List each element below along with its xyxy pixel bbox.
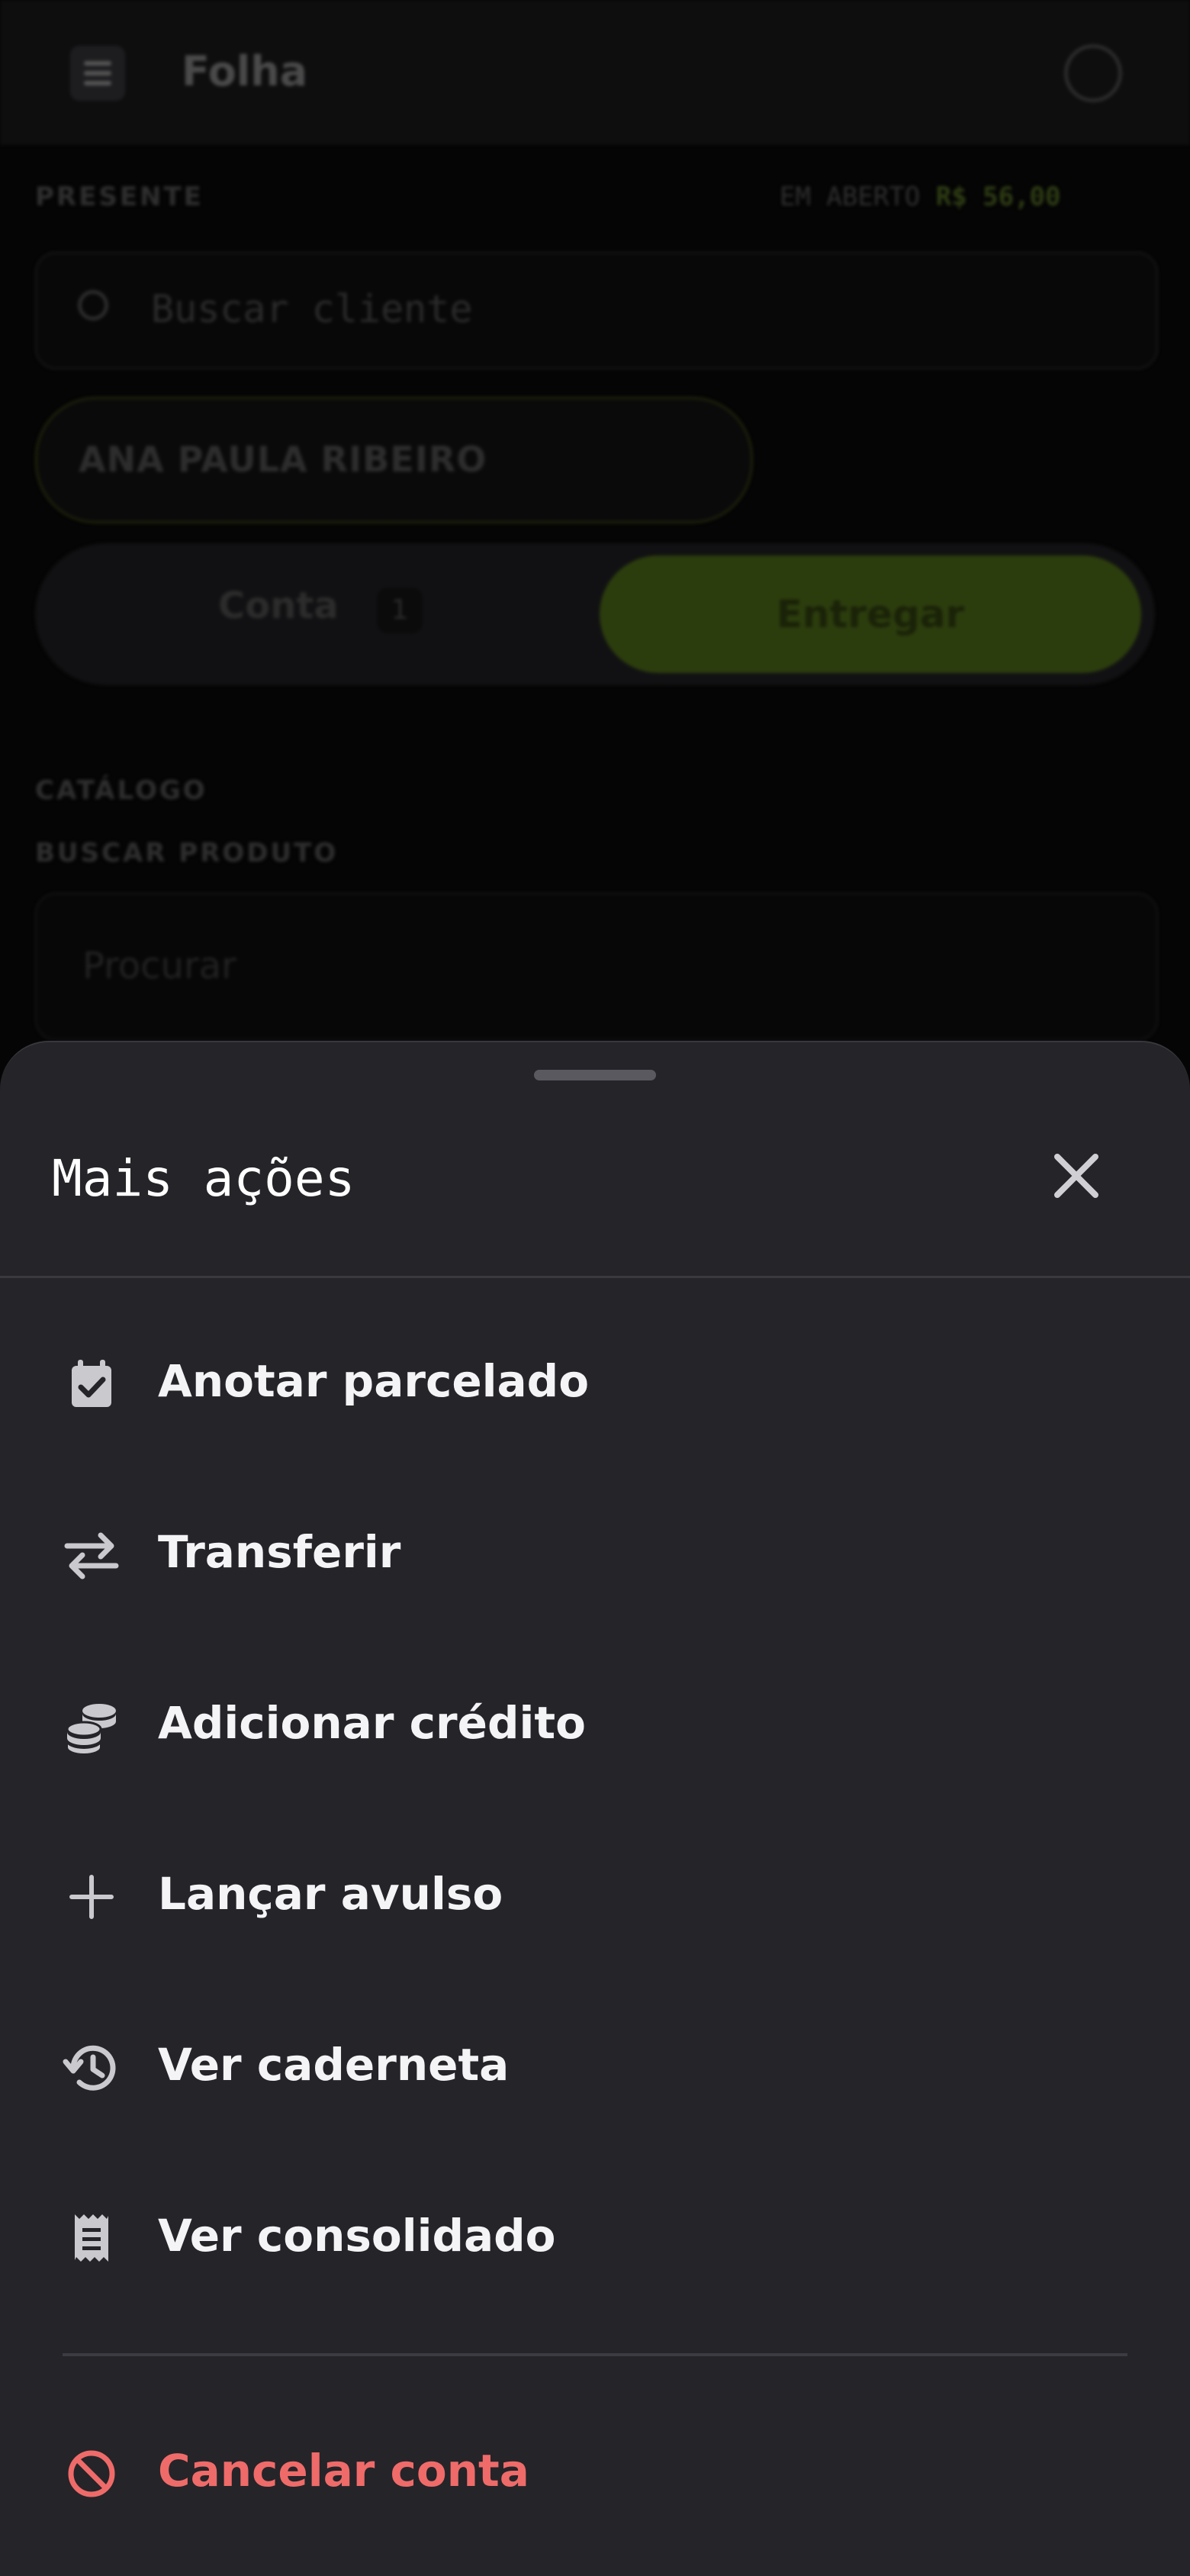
mode-segmented-control: Conta 1 Entregar xyxy=(35,543,1155,685)
catalog-sublabel: BUSCAR PRODUTO xyxy=(35,838,339,868)
action-ver-caderneta[interactable]: Ver caderneta xyxy=(0,1982,1190,2153)
client-search-input[interactable]: Buscar cliente xyxy=(35,252,1158,369)
search-icon xyxy=(78,290,108,320)
tab-entregar-label: Entregar xyxy=(776,592,965,636)
sheet-drag-handle[interactable] xyxy=(534,1070,656,1080)
action-label: Lançar avulso xyxy=(158,1868,503,1920)
action-label: Anotar parcelado xyxy=(158,1355,590,1407)
action-adicionar-credito[interactable]: Adicionar crédito xyxy=(0,1641,1190,1811)
selected-client-name: ANA PAULA RIBEIRO xyxy=(79,439,487,480)
background-screen: Folha PRESENTE EM ABERTO R$ 56,00 Buscar… xyxy=(0,0,1190,1068)
tab-conta[interactable]: Conta xyxy=(218,584,339,627)
client-search-placeholder: Buscar cliente xyxy=(151,287,473,331)
more-actions-sheet: Mais ações Anotar parcelado Transferir A… xyxy=(0,1041,1190,2576)
product-search-input[interactable]: Procurar xyxy=(35,893,1158,1041)
sheet-header-divider xyxy=(0,1276,1190,1278)
action-label: Ver consolidado xyxy=(158,2210,556,2262)
open-balance: EM ABERTO R$ 56,00 xyxy=(780,182,1060,212)
action-lancar-avulso[interactable]: Lançar avulso xyxy=(0,1811,1190,1982)
action-anotar-parcelado[interactable]: Anotar parcelado xyxy=(0,1299,1190,1470)
sheet-title: Mais ações xyxy=(52,1149,355,1208)
catalog-label: CATÁLOGO xyxy=(35,775,207,806)
app-title: Folha xyxy=(182,47,308,95)
tab-conta-badge: 1 xyxy=(377,588,423,633)
action-label: Cancelar conta xyxy=(158,2445,529,2497)
action-label: Ver caderneta xyxy=(158,2039,510,2091)
action-transferir[interactable]: Transferir xyxy=(0,1470,1190,1641)
plus-icon xyxy=(61,1866,122,1927)
open-balance-value: R$ 56,00 xyxy=(935,182,1061,212)
action-label: Adicionar crédito xyxy=(158,1697,586,1749)
product-search-placeholder: Procurar xyxy=(82,945,236,987)
block-icon xyxy=(61,2443,122,2504)
coins-stack-icon xyxy=(61,1695,122,1757)
action-label: Transferir xyxy=(158,1526,401,1578)
action-cancelar-conta[interactable]: Cancelar conta xyxy=(0,2388,1190,2559)
selected-client-chip[interactable]: ANA PAULA RIBEIRO xyxy=(35,397,753,523)
profile-avatar[interactable] xyxy=(1064,44,1122,102)
action-ver-consolidado[interactable]: Ver consolidado xyxy=(0,2153,1190,2324)
calendar-check-icon xyxy=(61,1354,122,1415)
close-icon xyxy=(1054,1154,1098,1198)
receipt-icon xyxy=(61,2208,122,2269)
top-app-bar: Folha xyxy=(0,0,1190,145)
swap-arrows-icon xyxy=(61,1525,122,1586)
danger-divider xyxy=(63,2353,1127,2356)
menu-button[interactable] xyxy=(70,46,125,101)
close-button[interactable] xyxy=(1042,1141,1111,1210)
history-icon xyxy=(61,2037,122,2098)
open-balance-label: EM ABERTO xyxy=(780,182,921,212)
tab-entregar[interactable]: Entregar xyxy=(600,555,1141,673)
section-label: PRESENTE xyxy=(35,182,204,212)
